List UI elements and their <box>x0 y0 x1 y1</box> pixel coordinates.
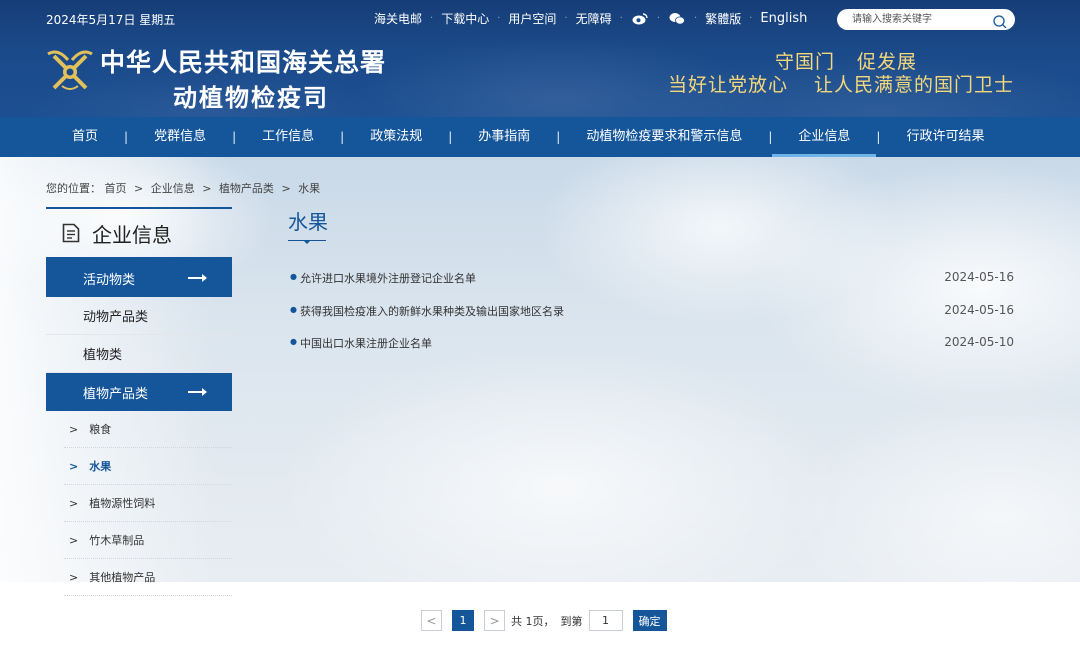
bullet-icon: ● <box>290 272 297 281</box>
chevron-right-icon: > <box>69 533 79 547</box>
breadcrumb-fruit[interactable]: 水果 <box>298 182 320 195</box>
article-title[interactable]: 获得我国检疫准入的新鲜水果种类及输出国家地区名录 <box>300 303 564 319</box>
sidebar-item-plants[interactable]: 植物类 <box>46 335 232 373</box>
article-date: 2024-05-16 <box>944 302 1014 317</box>
article-title[interactable]: 中国出口水果注册企业名单 <box>300 335 432 351</box>
sidebar-item-plant-products[interactable]: 植物产品类 <box>46 373 232 411</box>
sidebar-subitem-fruit[interactable]: > 水果 <box>64 448 232 485</box>
breadcrumb-plant-products[interactable]: 植物产品类 <box>219 182 274 195</box>
slogan-part: 当好让党放心 <box>667 74 788 96</box>
sidebar-subitem-other-plant[interactable]: > 其他植物产品 <box>64 559 232 596</box>
weibo-icon[interactable] <box>631 12 649 26</box>
chevron-right-icon: > <box>69 496 79 510</box>
english-link[interactable]: English <box>760 11 807 26</box>
separator: · <box>564 13 568 24</box>
bullet-icon: ● <box>290 304 297 314</box>
top-links-bar: 海关电邮 · 下载中心 · 用户空间 · 无障碍 · · · 繁體版 · Eng… <box>374 10 807 27</box>
sidebar-item-label: 动物产品类 <box>83 310 149 325</box>
search-box <box>837 9 1015 30</box>
wechat-icon[interactable] <box>668 12 686 26</box>
chevron-right-icon: > <box>69 422 79 436</box>
separator: · <box>656 13 660 24</box>
separator: · <box>497 13 501 24</box>
download-center-link[interactable]: 下载中心 <box>441 10 489 27</box>
title-underline <box>288 240 326 244</box>
arrow-right-icon <box>188 388 207 396</box>
document-icon <box>62 223 80 243</box>
chevron-right-icon: > <box>69 570 79 584</box>
nav-item-quarantine[interactable]: 动植物检疫要求和警示信息 <box>560 117 768 157</box>
article-title[interactable]: 允许进口水果境外注册登记企业名单 <box>300 270 476 286</box>
accessibility-link[interactable]: 无障碍 <box>576 10 612 27</box>
breadcrumb-separator: > <box>281 182 291 195</box>
sidebar-subitem-bamboo-wood[interactable]: > 竹木草制品 <box>64 522 232 559</box>
goto-label: 到第 <box>560 614 583 628</box>
article-date: 2024-05-16 <box>944 270 1014 284</box>
sidebar-item-label: 活动物类 <box>83 272 136 288</box>
sidebar-item-label: 植物类 <box>83 348 123 363</box>
sidebar-subitem-label: 植物源性饲料 <box>89 497 156 510</box>
separator: · <box>694 13 698 24</box>
sidebar-item-live-animals[interactable]: 活动物类 <box>46 259 232 297</box>
goto-page-input[interactable] <box>588 610 623 631</box>
mail-link[interactable]: 海关电邮 <box>374 10 422 27</box>
user-space-link[interactable]: 用户空间 <box>508 10 556 27</box>
nav-item-permit[interactable]: 行政许可结果 <box>880 117 1010 157</box>
list-item[interactable]: ● 获得我国检疫准入的新鲜水果种类及输出国家地区名录 2024-05-16 <box>290 303 1014 336</box>
nav-item-guide[interactable]: 办事指南 <box>452 117 556 157</box>
search-icon[interactable] <box>993 13 1007 29</box>
nav-item-home[interactable]: 首页 <box>46 117 124 157</box>
dept-name: 动植物检疫司 <box>173 83 329 112</box>
current-date: 2024年5月17日 星期五 <box>46 13 176 27</box>
page-title: 水果 <box>288 210 328 234</box>
slogan-bottom: 当好让党放心 让人民满意的国门卫士 <box>668 70 1014 97</box>
separator: · <box>749 13 753 24</box>
list-item[interactable]: ● 允许进口水果境外注册登记企业名单 2024-05-16 <box>290 270 1014 303</box>
next-page-button[interactable]: > <box>484 610 505 631</box>
breadcrumb-prefix: 您的位置： <box>46 182 101 195</box>
customs-emblem-icon <box>44 44 96 94</box>
article-date: 2024-05-10 <box>944 335 1014 349</box>
sidebar-subitem-feed[interactable]: > 植物源性饲料 <box>64 485 232 522</box>
arrow-right-icon <box>188 274 207 282</box>
breadcrumb: 您的位置： 首页 > 企业信息 > 植物产品类 > 水果 <box>46 180 320 196</box>
sidebar: 企业信息 活动物类 动物产品类 植物类 植物产品类 > 粮食 > 水果 > 植物… <box>46 207 232 596</box>
breadcrumb-home[interactable]: 首页 <box>105 182 127 195</box>
traditional-chinese-link[interactable]: 繁體版 <box>705 10 741 27</box>
sidebar-title-text: 企业信息 <box>92 222 172 247</box>
nav-item-enterprise[interactable]: 企业信息 <box>772 117 877 157</box>
list-item[interactable]: ● 中国出口水果注册企业名单 2024-05-10 <box>290 335 1014 368</box>
sidebar-title: 企业信息 <box>46 207 232 259</box>
breadcrumb-separator: > <box>134 182 144 195</box>
bullet-icon: ● <box>290 337 297 346</box>
sidebar-item-label: 植物产品类 <box>83 386 149 402</box>
confirm-button[interactable]: 确定 <box>632 610 667 631</box>
pagination: < 1 > 共 1页， 到第 确定 <box>421 610 667 631</box>
sidebar-subitem-label: 水果 <box>89 460 112 473</box>
chevron-right-icon: > <box>69 459 79 473</box>
main-nav: 首页 | 党群信息 | 工作信息 | 政策法规 | 办事指南 | 动植物检疫要求… <box>0 117 1080 157</box>
nav-item-policy[interactable]: 政策法规 <box>344 117 448 157</box>
separator: · <box>619 13 623 24</box>
current-page-button[interactable]: 1 <box>452 610 474 631</box>
total-pages-text: 共 1页， <box>511 614 555 628</box>
site-header: 2024年5月17日 星期五 海关电邮 · 下载中心 · 用户空间 · 无障碍 … <box>0 0 1080 117</box>
breadcrumb-enterprise[interactable]: 企业信息 <box>151 182 195 195</box>
slogan-part: 让人民满意的国门卫士 <box>813 74 1014 96</box>
sidebar-subitem-label: 粮食 <box>89 423 112 436</box>
nav-item-work[interactable]: 工作信息 <box>236 117 340 157</box>
breadcrumb-separator: > <box>202 182 212 195</box>
org-name: 中华人民共和国海关总署 <box>100 48 387 77</box>
sidebar-item-animal-products[interactable]: 动物产品类 <box>46 297 232 335</box>
nav-item-party[interactable]: 党群信息 <box>128 117 232 157</box>
separator: · <box>430 13 434 24</box>
sidebar-subitem-label: 竹木草制品 <box>89 534 145 547</box>
prev-page-button[interactable]: < <box>421 610 442 631</box>
article-list: ● 允许进口水果境外注册登记企业名单 2024-05-16 ● 获得我国检疫准入… <box>290 270 1014 368</box>
search-input[interactable] <box>837 9 987 30</box>
sidebar-subitem-grain[interactable]: > 粮食 <box>64 411 232 448</box>
sidebar-subitem-label: 其他植物产品 <box>89 571 156 584</box>
